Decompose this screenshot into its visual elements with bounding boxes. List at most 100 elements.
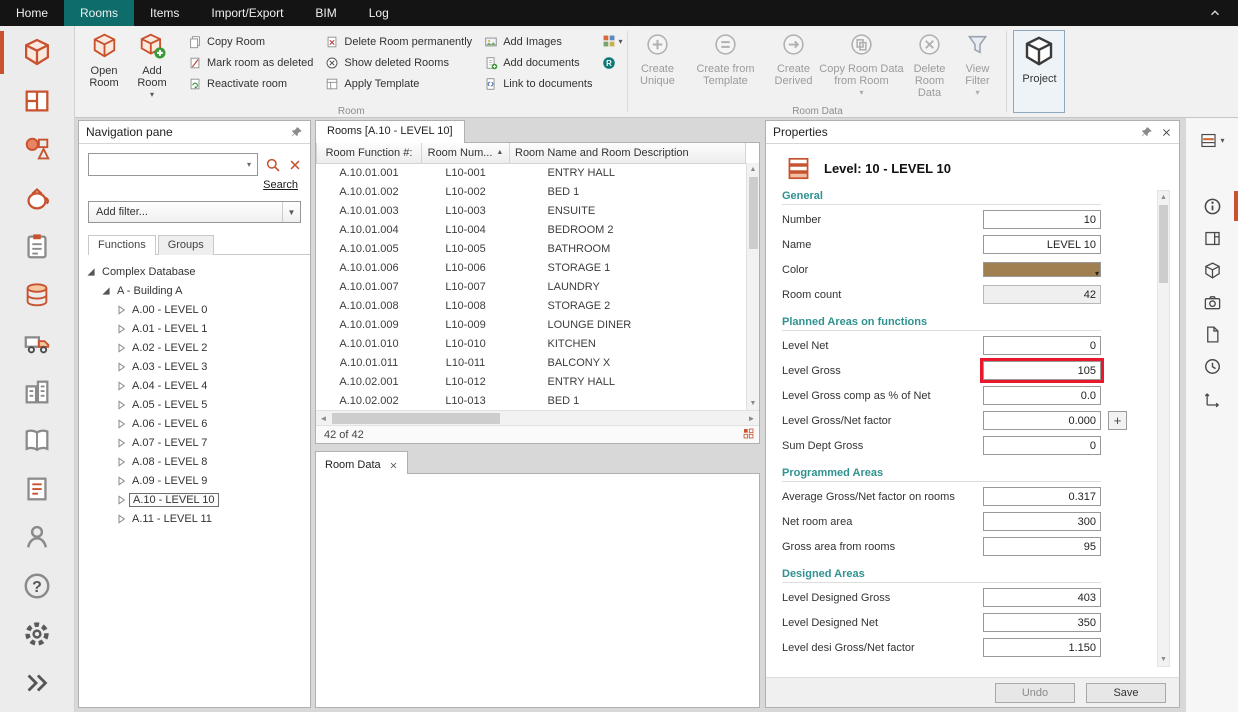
table-row[interactable]: A.10.01.007L10-007LAUNDRY <box>317 277 746 296</box>
expand-icon[interactable] <box>114 322 127 335</box>
save-button[interactable]: Save <box>1086 683 1166 703</box>
tree-item-a-01-level-1[interactable]: A.01 - LEVEL 1 <box>79 319 310 338</box>
level-designed-net-input[interactable] <box>983 613 1101 632</box>
table-row[interactable]: A.10.01.006L10-006STORAGE 1 <box>317 258 746 277</box>
tree-item-a-02-level-2[interactable]: A.02 - LEVEL 2 <box>79 338 310 357</box>
name-input[interactable] <box>983 235 1101 254</box>
worksheets-icon[interactable] <box>0 222 74 271</box>
tab-room-data[interactable]: Room Data <box>315 451 408 474</box>
close-tab-icon[interactable] <box>389 461 398 470</box>
items-icon[interactable] <box>0 174 74 223</box>
create-from-template-button[interactable]: Create from Template <box>681 28 769 102</box>
room-count-input[interactable] <box>983 285 1101 304</box>
scrollbar-thumb[interactable] <box>1159 205 1168 283</box>
menu-item-log[interactable]: Log <box>353 0 405 26</box>
document-icon[interactable] <box>1186 318 1238 350</box>
table-row[interactable]: A.10.01.008L10-008STORAGE 2 <box>317 296 746 315</box>
logistics-icon[interactable] <box>0 319 74 368</box>
expand-icon[interactable] <box>114 417 127 430</box>
table-row[interactable]: A.10.01.005L10-005BATHROOM <box>317 239 746 258</box>
add-room-button[interactable]: Add Room▾ <box>128 28 176 102</box>
table-row[interactable]: A.10.01.011L10-011BALCONY X <box>317 353 746 372</box>
pin-icon[interactable] <box>291 126 303 138</box>
table-row[interactable]: A.10.01.003L10-003ENSUITE <box>317 201 746 220</box>
expand-icon[interactable] <box>114 474 127 487</box>
level-designed-gross-input[interactable] <box>983 588 1101 607</box>
scroll-left-icon[interactable]: ◄ <box>316 411 331 425</box>
table-row[interactable]: A.10.02.002L10-013BED 1 <box>317 391 746 410</box>
tree-item-a-building-a[interactable]: A - Building A <box>79 281 310 300</box>
level-net-input[interactable] <box>983 336 1101 355</box>
reactivate-room-button[interactable]: Reactivate room <box>188 77 313 91</box>
project-button[interactable]: Project <box>1013 30 1065 113</box>
vertical-scrollbar[interactable]: ▲ ▼ <box>746 163 759 410</box>
collapse-icon[interactable] <box>99 284 112 297</box>
expand-icon[interactable] <box>114 360 127 373</box>
color-picker[interactable]: ▾ <box>983 262 1101 277</box>
expand-icon[interactable] <box>114 436 127 449</box>
expand-icon[interactable] <box>114 303 127 316</box>
menu-item-items[interactable]: Items <box>134 0 195 26</box>
add-images-button[interactable]: Add Images <box>484 35 592 49</box>
table-row[interactable]: A.10.02.001L10-012ENTRY HALL <box>317 372 746 391</box>
menu-item-bim[interactable]: BIM <box>299 0 352 26</box>
table-row[interactable]: A.10.01.002L10-002BED 1 <box>317 182 746 201</box>
tree-item-a-06-level-6[interactable]: A.06 - LEVEL 6 <box>79 414 310 433</box>
data-views-icon[interactable]: ▾ <box>1186 124 1238 156</box>
collapse-ribbon-icon[interactable] <box>1192 0 1238 26</box>
scroll-right-icon[interactable]: ► <box>744 411 759 425</box>
r-badge-button[interactable]: R <box>602 56 622 70</box>
layout-icon[interactable] <box>1186 222 1238 254</box>
expand-icon[interactable] <box>114 493 127 506</box>
scrollbar-thumb[interactable] <box>749 177 758 249</box>
level-desi-gross-net-factor-input[interactable] <box>983 638 1101 657</box>
finance-icon[interactable] <box>0 271 74 320</box>
scroll-down-icon[interactable]: ▼ <box>747 397 759 410</box>
model-icon[interactable] <box>1186 254 1238 286</box>
add-filter-dropdown[interactable]: Add filter... ▼ <box>88 201 301 223</box>
catalog-icon[interactable] <box>0 416 74 465</box>
room-list-icon[interactable] <box>0 77 74 126</box>
expand-icon[interactable] <box>114 512 127 525</box>
create-derived-button[interactable]: Create Derived <box>769 28 817 102</box>
tree-item-a-00-level-0[interactable]: A.00 - LEVEL 0 <box>79 300 310 319</box>
link-to-documents-button[interactable]: Link to documents <box>484 77 592 91</box>
summary-icon[interactable] <box>742 427 755 443</box>
copy-room-data-from-room-button[interactable]: Copy Room Data from Room▾ <box>817 28 905 102</box>
camera-icon[interactable] <box>1186 286 1238 318</box>
show-deleted-rooms-button[interactable]: Show deleted Rooms <box>325 56 472 70</box>
history-icon[interactable] <box>1186 350 1238 382</box>
undo-button[interactable]: Undo <box>995 683 1075 703</box>
level-gross-comp-as-of-net-input[interactable] <box>983 386 1101 405</box>
measure-icon[interactable] <box>1186 382 1238 414</box>
scroll-up-icon[interactable]: ▲ <box>1158 191 1169 204</box>
contacts-icon[interactable] <box>0 513 74 562</box>
level-gross-input[interactable] <box>983 361 1101 380</box>
expand-icon[interactable] <box>114 341 127 354</box>
column-header-room-function[interactable]: Room Function #: <box>317 143 422 163</box>
table-row[interactable]: A.10.01.001L10-001ENTRY HALL <box>317 163 746 182</box>
collapse-icon[interactable] <box>84 265 97 278</box>
delete-room-data-button[interactable]: Delete Room Data <box>905 28 953 102</box>
tree-item-a-07-level-7[interactable]: A.07 - LEVEL 7 <box>79 433 310 452</box>
search-icon[interactable] <box>265 157 281 173</box>
color-picker-button[interactable]: ▾ <box>602 34 622 48</box>
level-gross-net-factor-input[interactable] <box>983 411 1101 430</box>
gross-area-from-rooms-input[interactable] <box>983 537 1101 556</box>
open-room-button[interactable]: Open Room <box>80 28 128 102</box>
pin-icon[interactable] <box>1141 126 1153 138</box>
delete-room-permanently-button[interactable]: Delete Room permanently <box>325 35 472 49</box>
apply-template-button[interactable]: Apply Template <box>325 77 472 91</box>
expand-icon[interactable] <box>0 659 74 708</box>
search-link[interactable]: Search <box>263 179 298 191</box>
sum-dept-gross-input[interactable] <box>983 436 1101 455</box>
scroll-down-icon[interactable]: ▼ <box>1158 653 1169 666</box>
tree-item-a-04-level-4[interactable]: A.04 - LEVEL 4 <box>79 376 310 395</box>
average-gross-net-factor-on-rooms-input[interactable] <box>983 487 1101 506</box>
expand-icon[interactable] <box>114 398 127 411</box>
clear-search-icon[interactable] <box>288 158 302 172</box>
mark-room-as-deleted-button[interactable]: Mark room as deleted <box>188 56 313 70</box>
tree-item-complex-database[interactable]: Complex Database <box>79 262 310 281</box>
tree-item-a-10-level-10[interactable]: A.10 - LEVEL 10 <box>79 490 310 509</box>
table-row[interactable]: A.10.01.010L10-010KITCHEN <box>317 334 746 353</box>
